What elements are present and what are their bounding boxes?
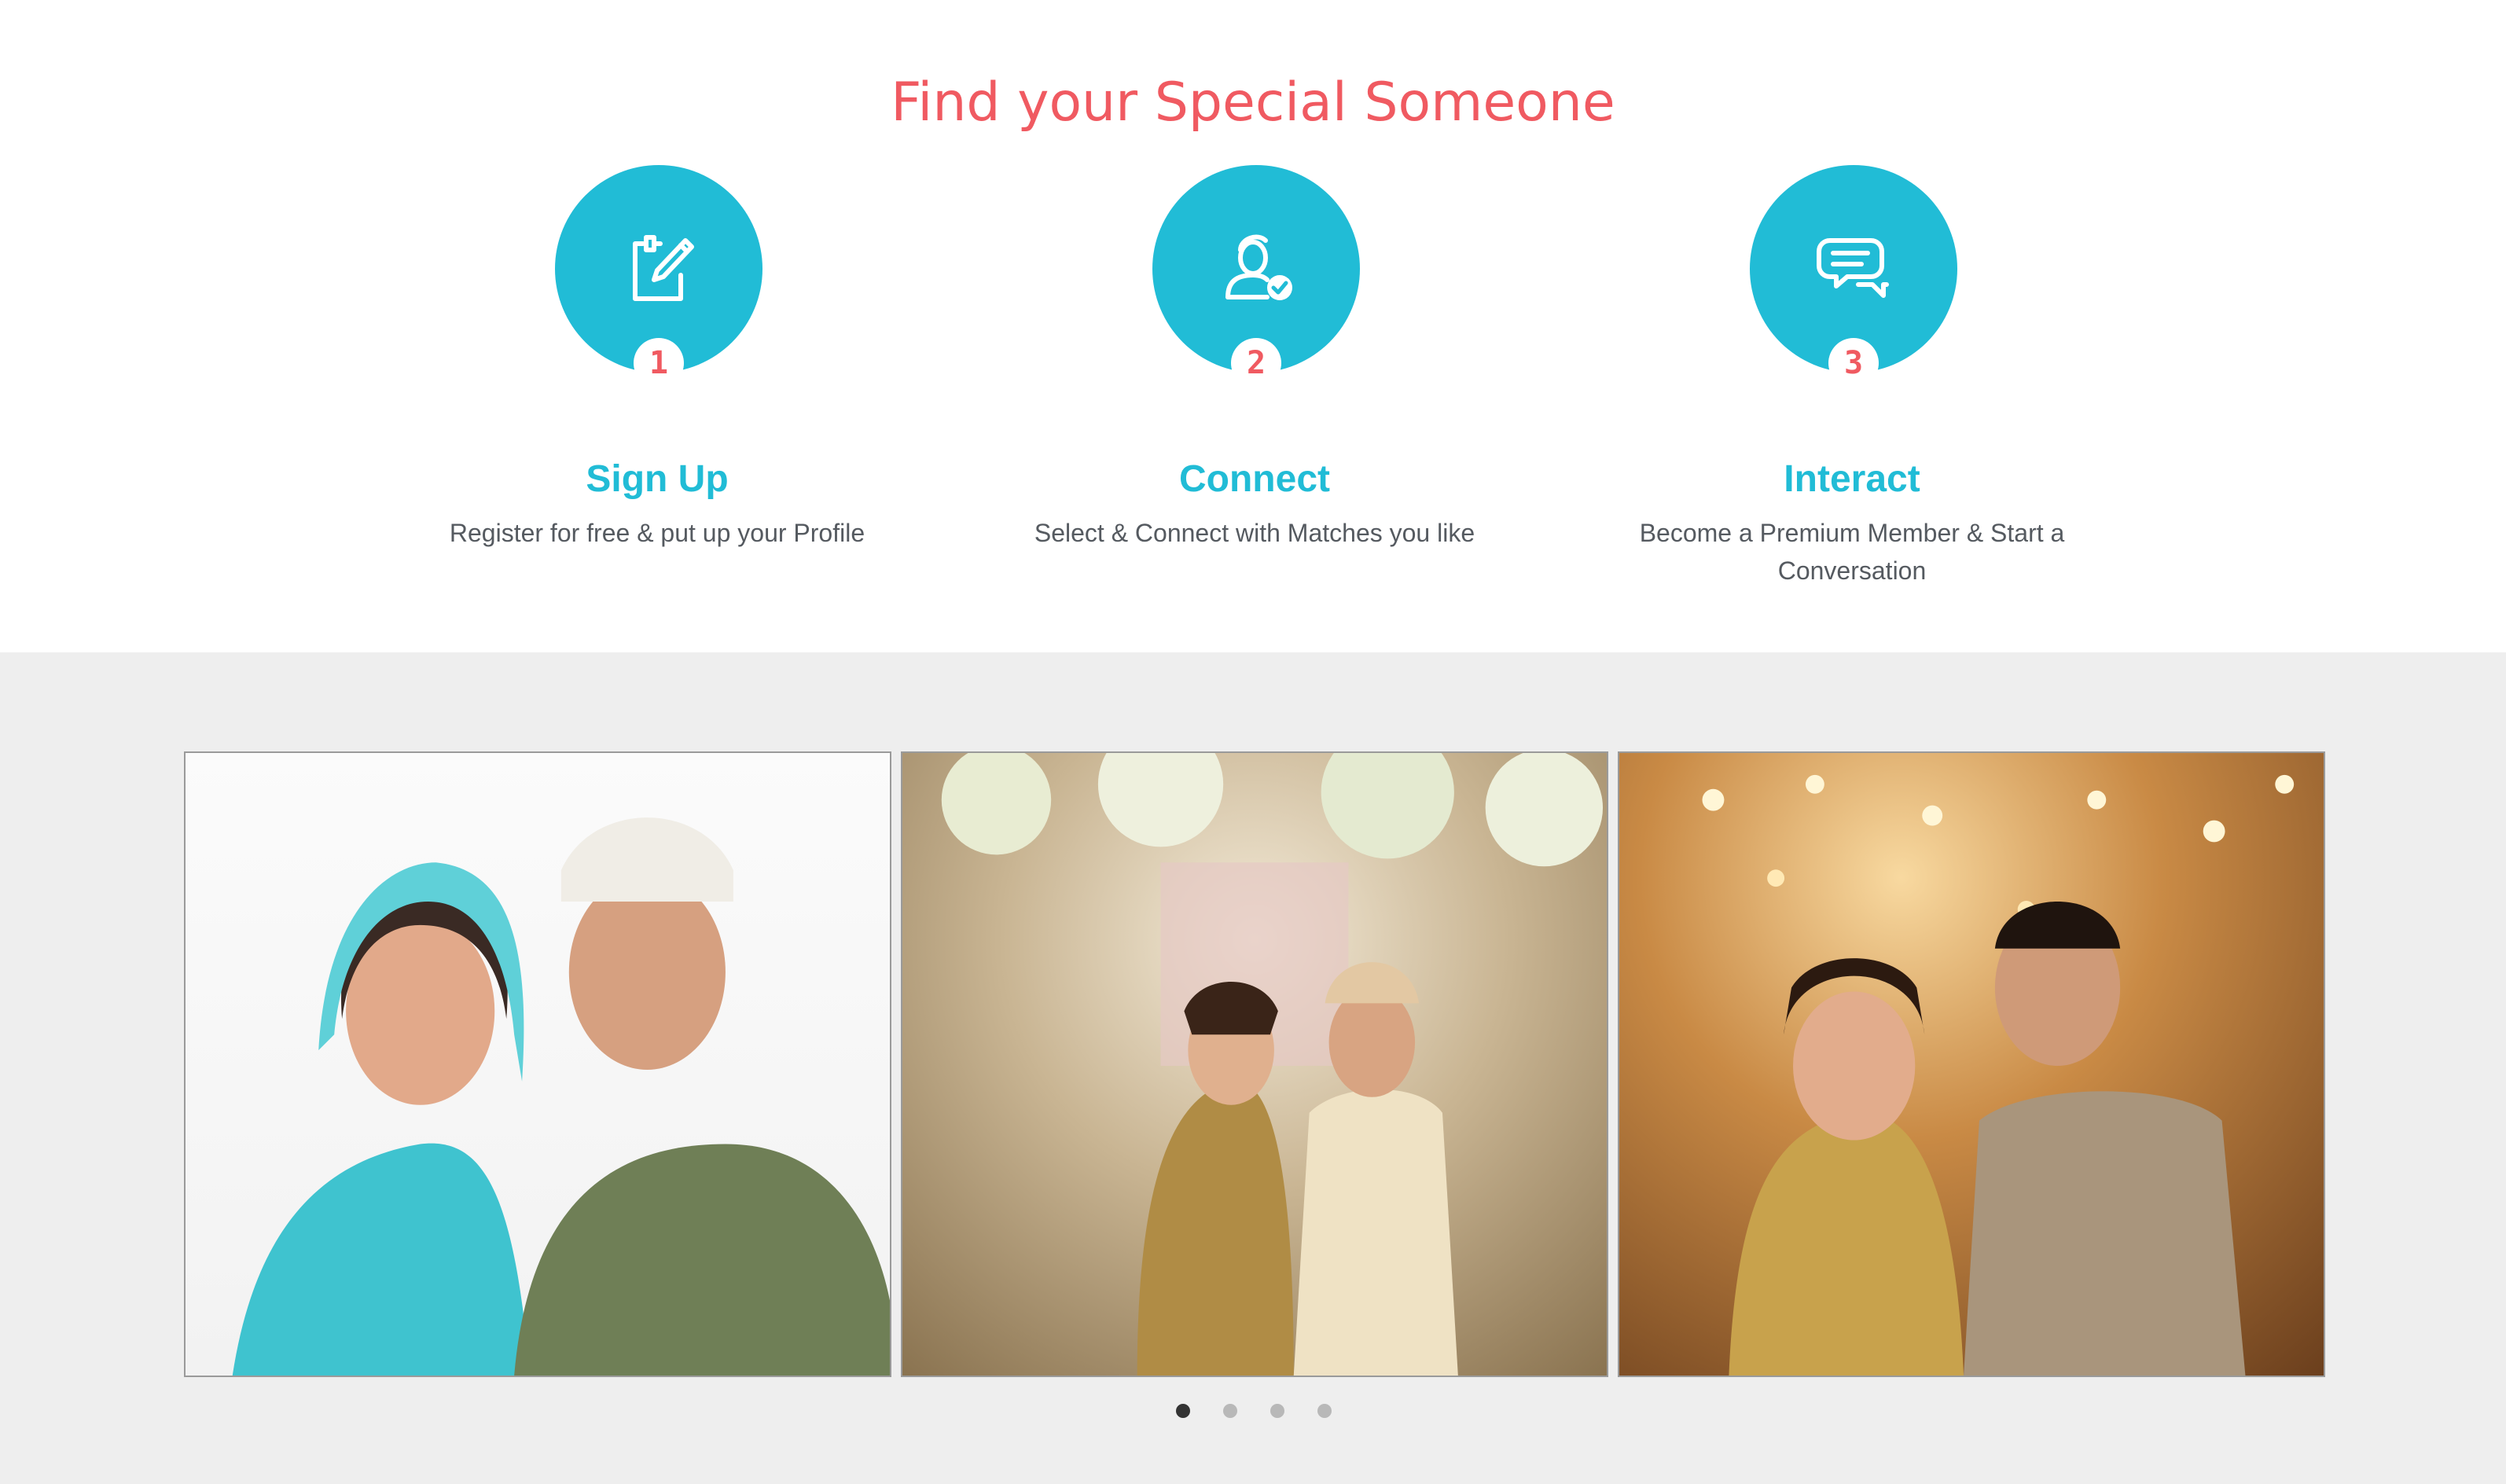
step-description: Become a Premium Member & Start a Conver… (1639, 519, 2065, 585)
step-description: Select & Connect with Matches you like (1034, 519, 1475, 547)
couple-photo[interactable] (184, 751, 891, 1377)
step-number: 1 (634, 338, 684, 388)
step-title: Sign Up (586, 458, 729, 500)
edit-form-icon (633, 235, 694, 301)
chat-bubbles-icon (1817, 238, 1889, 298)
section-headline: Find your Special Someone (891, 71, 1615, 134)
couple-photo[interactable] (1618, 751, 2325, 1377)
carousel-dot[interactable] (1223, 1404, 1237, 1418)
couple-photo-illustration (232, 817, 890, 1376)
step-number: 2 (1231, 338, 1281, 388)
how-it-works-section: Find your Special Someone 1 Sign Up Regi… (0, 0, 2506, 652)
carousel-pagination (0, 1399, 2506, 1423)
carousel-dot[interactable] (1176, 1404, 1190, 1418)
step-title: Connect (1179, 458, 1330, 500)
couple-photo-illustration (1702, 774, 2295, 1376)
couple-photo-illustration (941, 753, 1603, 1376)
carousel-dot[interactable] (1317, 1404, 1332, 1418)
step-title: Interact (1784, 458, 1920, 500)
step-description: Register for free & put up your Profile (449, 519, 865, 547)
photo-carousel (0, 652, 2506, 1484)
couple-photo[interactable] (901, 751, 1608, 1377)
carousel-dot[interactable] (1270, 1404, 1284, 1418)
user-check-icon (1225, 234, 1292, 300)
step-number: 3 (1828, 338, 1879, 388)
